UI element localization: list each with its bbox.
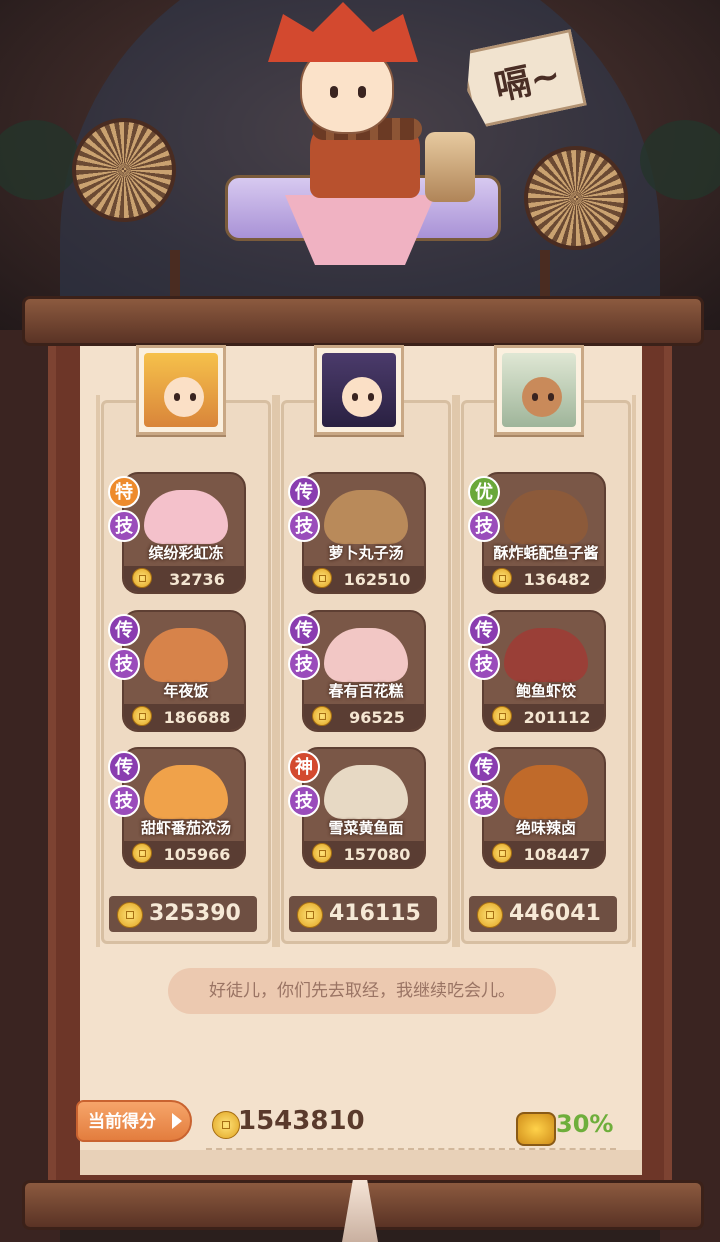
dish-score: 157080 [343, 845, 411, 864]
dish-card[interactable]: 传 技 甜虾番茄浓汤 105966 [108, 747, 246, 869]
dish-image [324, 628, 408, 682]
dish-score: 108447 [523, 845, 591, 864]
skill-badge: 技 [468, 648, 500, 680]
dish-image [144, 765, 228, 819]
skill-badge: 技 [108, 648, 140, 680]
dish-card[interactable]: 传 技 萝卜丸子汤 162510 [288, 472, 426, 594]
column-total: 325390 [109, 896, 257, 932]
game-screen: 嗝~ 特 技 缤纷彩虹冻 32736 传 技 年夜饭 186688 传 技 甜虾… [0, 0, 720, 1242]
chef-portrait-3[interactable] [494, 345, 584, 435]
dish-card[interactable]: 优 技 酥炸蚝配鱼子酱 136482 [468, 472, 606, 594]
final-score: 1543810 [238, 1106, 365, 1136]
rank-badge: 传 [288, 476, 320, 508]
column-total-value: 416115 [329, 901, 421, 926]
column-total-value: 446041 [509, 901, 601, 926]
dish-image [504, 765, 588, 819]
coin-icon [132, 706, 152, 726]
dish-score: 96525 [349, 708, 405, 727]
dish-image [504, 490, 588, 544]
dialogue-bubble: 好徒儿，你们先去取经，我继续吃会儿。 [168, 968, 556, 1014]
dish-name: 年夜饭 [163, 682, 209, 700]
dish-image [504, 628, 588, 682]
rank-badge: 优 [468, 476, 500, 508]
skill-badge: 技 [468, 510, 500, 542]
dish-name: 酥炸蚝配鱼子酱 [493, 544, 599, 562]
dish-image [144, 628, 228, 682]
dish-name: 雪菜黄鱼面 [328, 819, 404, 837]
lucky-bag-icon [516, 1112, 556, 1146]
chef-avatar [322, 353, 396, 427]
rank-badge: 传 [468, 751, 500, 783]
skill-badge: 技 [108, 785, 140, 817]
column-total: 416115 [289, 896, 437, 932]
skill-badge: 技 [288, 510, 320, 542]
current-score-label: 当前得分 [88, 1112, 156, 1132]
scroll-hanger [540, 250, 550, 302]
chef-portrait-1[interactable] [136, 345, 226, 435]
fan-left-icon [72, 118, 176, 222]
dish-image [324, 765, 408, 819]
dish-name: 春有百花糕 [328, 682, 404, 700]
coin-icon [312, 568, 332, 588]
dish-score: 105966 [163, 845, 231, 864]
monk-eye [358, 86, 366, 98]
rank-badge: 传 [288, 614, 320, 646]
dish-name: 鲍鱼虾饺 [515, 682, 576, 700]
dish-score: 201112 [523, 708, 591, 727]
dish-image [324, 490, 408, 544]
dish-name: 萝卜丸子汤 [328, 544, 404, 562]
scroll-paper-shadow [80, 1150, 642, 1175]
dish-card[interactable]: 特 技 缤纷彩虹冻 32736 [108, 472, 246, 594]
coin-icon [132, 568, 152, 588]
bonus-percent: 30% [556, 1110, 614, 1138]
dish-name: 绝味辣卤 [515, 819, 576, 837]
scroll-rod-top [22, 296, 704, 346]
skill-badge: 技 [288, 648, 320, 680]
skill-badge: 技 [108, 510, 140, 542]
coin-icon [297, 902, 323, 928]
chef-portrait-2[interactable] [314, 345, 404, 435]
dish-image [144, 490, 228, 544]
coin-icon [312, 843, 332, 863]
dish-card[interactable]: 传 技 春有百花糕 96525 [288, 610, 426, 732]
current-score-tag: 当前得分 [76, 1100, 192, 1142]
coin-icon [492, 843, 512, 863]
column-total-value: 325390 [149, 901, 241, 926]
dish-card[interactable]: 传 技 鲍鱼虾饺 201112 [468, 610, 606, 732]
skill-badge: 技 [468, 785, 500, 817]
coin-icon [477, 902, 503, 928]
dish-card[interactable]: 传 技 绝味辣卤 108447 [468, 747, 606, 869]
dish-score: 162510 [343, 570, 411, 589]
dish-card[interactable]: 传 技 年夜饭 186688 [108, 610, 246, 732]
rank-badge: 传 [468, 614, 500, 646]
skill-badge: 技 [288, 785, 320, 817]
coin-icon [117, 902, 143, 928]
dish-score: 32736 [169, 570, 225, 589]
speech-text: 嗝~ [491, 54, 565, 109]
coin-icon [312, 706, 332, 726]
play-arrow-icon [172, 1113, 182, 1129]
monk-eye [330, 86, 338, 98]
stacked-bowls [425, 132, 475, 202]
rank-badge: 传 [108, 614, 140, 646]
dish-card[interactable]: 神 技 雪菜黄鱼面 157080 [288, 747, 426, 869]
chef-avatar [502, 353, 576, 427]
dish-name: 甜虾番茄浓汤 [140, 819, 231, 837]
rank-badge: 特 [108, 476, 140, 508]
dish-score: 136482 [523, 570, 591, 589]
coin-icon [492, 568, 512, 588]
coin-icon [212, 1111, 240, 1139]
scroll-hanger [170, 250, 180, 302]
coin-icon [132, 843, 152, 863]
chef-avatar [144, 353, 218, 427]
dish-score: 186688 [163, 708, 231, 727]
coin-icon [492, 706, 512, 726]
rank-badge: 神 [288, 751, 320, 783]
plant-right [640, 120, 720, 200]
column-total: 446041 [469, 896, 617, 932]
fan-right-icon [524, 146, 628, 250]
rank-badge: 传 [108, 751, 140, 783]
dish-name: 缤纷彩虹冻 [148, 544, 224, 562]
dashed-divider [206, 1148, 616, 1150]
